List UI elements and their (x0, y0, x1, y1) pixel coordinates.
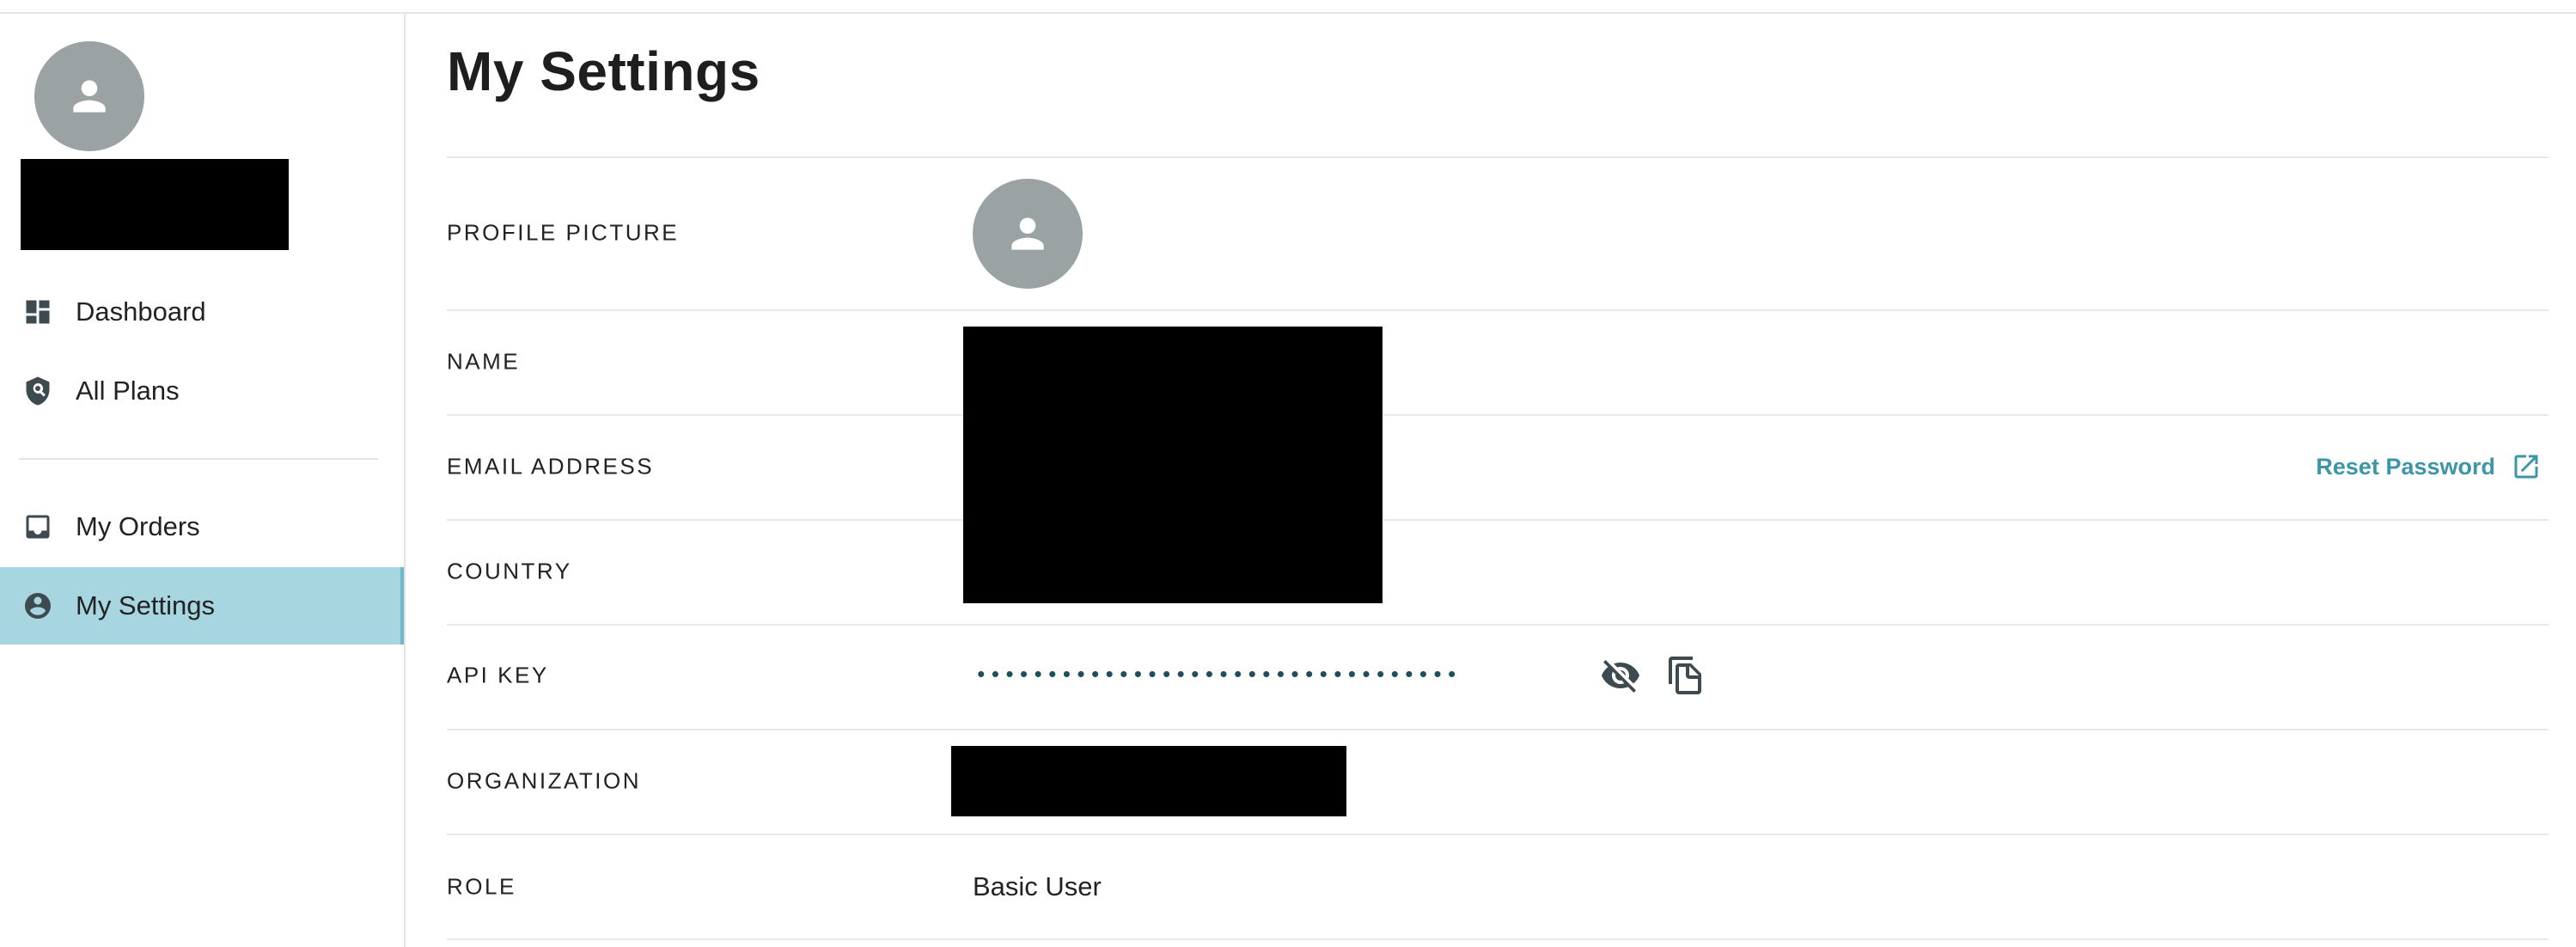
external-link-icon (2514, 455, 2538, 479)
page-title: My Settings (447, 40, 760, 102)
country-label: COUNTRY (447, 558, 572, 584)
copy-icon (1669, 657, 1701, 694)
reset-password-link[interactable]: Reset Password (2316, 451, 2542, 482)
redacted-username (21, 159, 289, 250)
email-address-label: EMAIL ADDRESS (447, 453, 655, 480)
eye-off-icon (1602, 660, 1639, 693)
row-divider (447, 624, 2549, 626)
sidebar-item-my-settings[interactable]: My Settings (0, 567, 404, 645)
api-key-label: API KEY (447, 662, 549, 688)
row-divider (447, 938, 2549, 940)
sidebar-item-label: My Settings (76, 590, 215, 620)
sidebar-item-all-plans[interactable]: All Plans (0, 352, 404, 430)
dashboard-icon (26, 300, 50, 324)
row-divider (447, 414, 2549, 416)
row-divider (447, 834, 2549, 835)
redacted-organization (951, 746, 1346, 816)
sidebar-item-dashboard[interactable]: Dashboard (0, 273, 404, 351)
api-key-value: •••••••••••••••••••••••••••••••••• (974, 663, 1460, 688)
name-label: NAME (447, 348, 521, 375)
person-icon (73, 80, 106, 113)
sidebar-item-label: Dashboard (76, 296, 206, 327)
shield-search-icon (26, 376, 50, 406)
role-value: Basic User (973, 871, 1102, 901)
copy-api-key-button[interactable] (1665, 655, 1706, 696)
profile-picture-avatar[interactable] (973, 179, 1083, 289)
profile-picture-label: PROFILE PICTURE (447, 219, 680, 246)
sidebar-item-label: My Orders (76, 511, 200, 541)
organization-label: ORGANIZATION (447, 767, 641, 794)
nav-divider (19, 458, 378, 460)
row-divider (447, 519, 2549, 521)
reset-password-label: Reset Password (2316, 453, 2495, 480)
sidebar: Dashboard All Plans My Orders My Setting… (0, 14, 406, 947)
sidebar-item-label: All Plans (76, 376, 180, 406)
row-divider (447, 309, 2549, 311)
toggle-visibility-button[interactable] (1600, 655, 1641, 696)
inbox-icon (26, 515, 50, 539)
sidebar-item-my-orders[interactable]: My Orders (0, 488, 404, 565)
role-label: ROLE (447, 873, 516, 900)
user-avatar[interactable] (34, 41, 144, 151)
row-divider (447, 729, 2549, 730)
main-content: My Settings PROFILE PICTURE NAME EMAIL A… (406, 14, 2576, 947)
redacted-personal-info (963, 327, 1383, 603)
person-icon (1011, 217, 1044, 250)
account-circle-icon (25, 593, 51, 619)
row-divider (447, 156, 2549, 158)
